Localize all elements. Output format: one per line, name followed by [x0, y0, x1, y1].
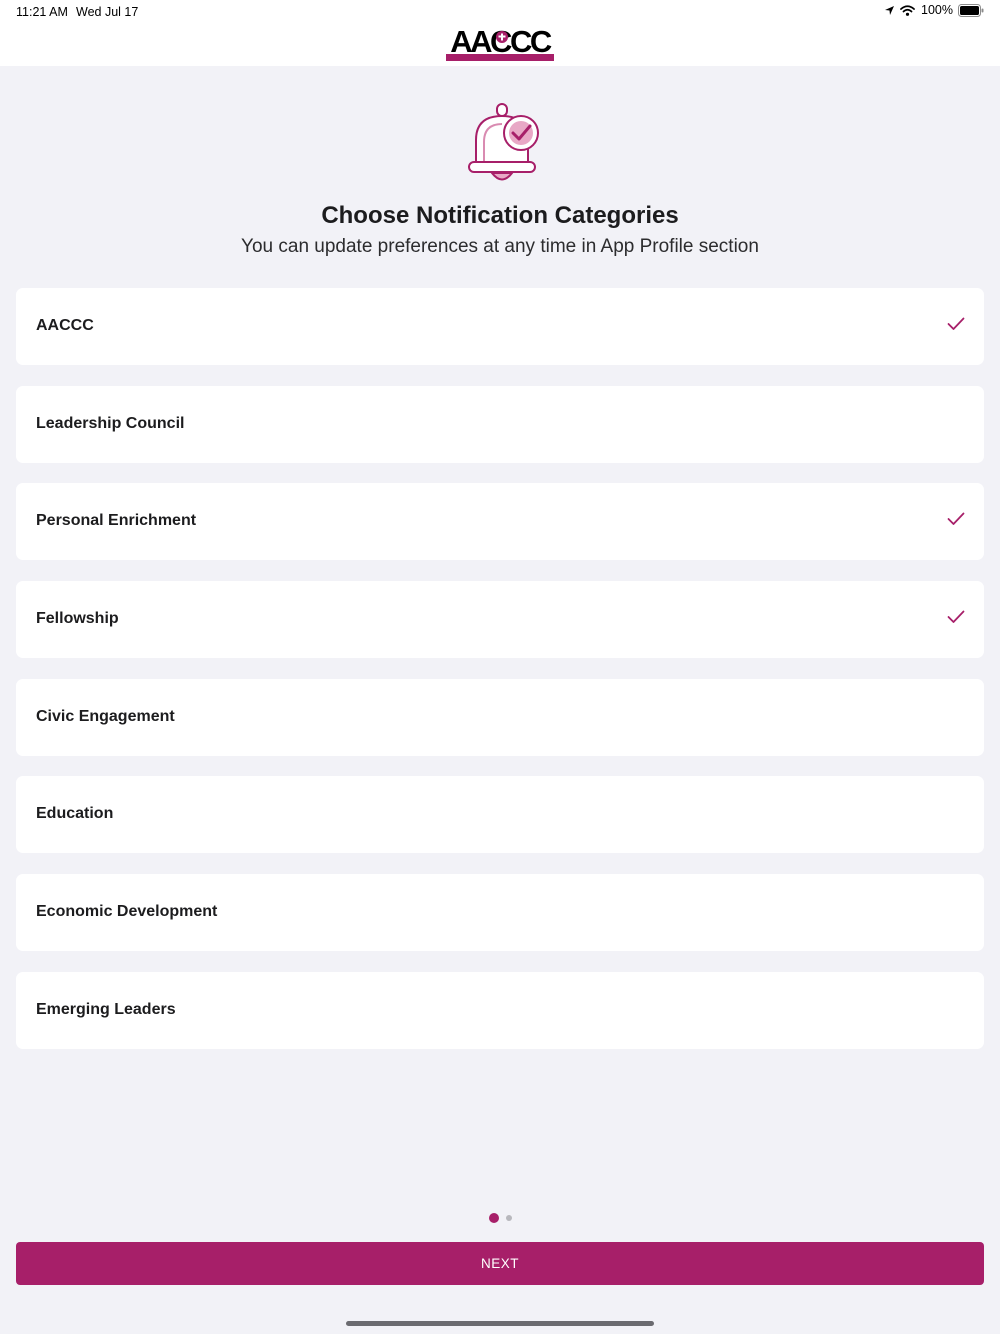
wifi-icon	[900, 4, 915, 16]
category-label: Education	[36, 805, 114, 823]
category-label: Civic Engagement	[36, 707, 175, 725]
category-label: Economic Development	[36, 903, 218, 921]
battery-percentage: 100%	[921, 3, 953, 17]
checkmark-icon	[947, 610, 965, 624]
aaccc-logo: AACCC	[445, 24, 555, 63]
page-subtitle: You can update preferences at any time i…	[241, 236, 759, 257]
status-date: Wed Jul 17	[76, 5, 139, 19]
status-indicators: 100%	[884, 3, 984, 17]
category-label: Personal Enrichment	[36, 512, 197, 530]
next-button[interactable]: NEXT	[16, 1242, 984, 1285]
category-item-personal-enrichment[interactable]: Personal Enrichment	[16, 483, 984, 561]
category-label: Fellowship	[36, 610, 119, 628]
bell-check-icon	[466, 102, 542, 184]
category-label: AACCC	[36, 317, 94, 334]
status-time: 11:21 AM	[16, 5, 68, 19]
category-item-leadership-council[interactable]: Leadership Council	[16, 385, 984, 463]
page-dot-active[interactable]	[488, 1213, 499, 1223]
battery-icon	[958, 3, 984, 17]
location-arrow-icon	[884, 5, 895, 16]
category-item-economic-development[interactable]: Economic Development	[16, 874, 984, 952]
page-dot[interactable]	[505, 1215, 512, 1221]
category-list: AACCC Leadership Council Personal Enrich…	[16, 288, 984, 1070]
category-label: Emerging Leaders	[36, 1000, 176, 1018]
home-indicator[interactable]	[346, 1321, 654, 1326]
category-item-aaccc[interactable]: AACCC	[16, 288, 984, 365]
status-bar: 11:21 AM Wed Jul 17 100%	[0, 0, 1000, 24]
category-item-emerging-leaders[interactable]: Emerging Leaders	[16, 971, 984, 1049]
category-item-fellowship[interactable]: Fellowship	[16, 581, 984, 659]
checkmark-icon	[947, 512, 965, 526]
page-indicator	[0, 1213, 1000, 1223]
page-title: Choose Notification Categories	[321, 202, 679, 229]
category-item-civic-engagement[interactable]: Civic Engagement	[16, 678, 984, 756]
category-label: Leadership Council	[36, 414, 185, 432]
checkmark-icon	[947, 317, 965, 331]
category-item-education[interactable]: Education	[16, 776, 984, 854]
top-bar: 11:21 AM Wed Jul 17 100% AACCC	[0, 0, 1000, 66]
